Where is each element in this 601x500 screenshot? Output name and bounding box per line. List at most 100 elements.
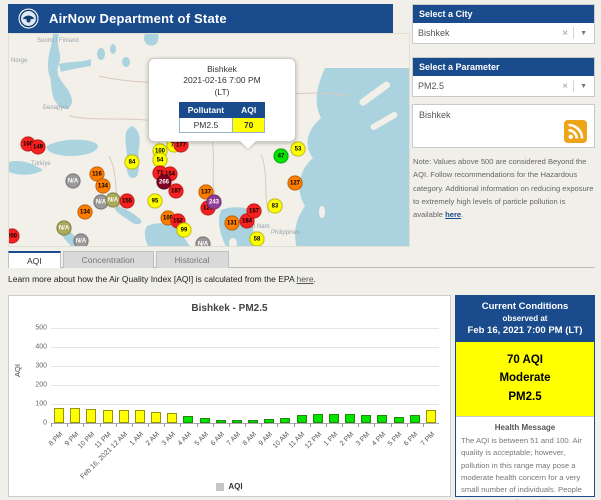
map-aqi-marker[interactable]: 134 [96,179,111,194]
chart-x-tick-label: 7 AM [226,431,242,447]
chevron-down-icon[interactable]: ▼ [574,30,589,37]
chart-y-tick-label: 0 [17,420,47,427]
map-aqi-marker[interactable]: N/A [106,193,121,208]
popup-table: Pollutant AQI PM2.5 70 [179,102,265,133]
chart-x-tick [374,423,375,427]
feed-city-label: Bishkek [419,110,588,120]
map-aqi-marker[interactable]: 131 [225,216,240,231]
popup-timezone: (LT) [155,87,289,98]
chart-x-tick [342,423,343,427]
popup-col-pollutant: Pollutant [179,103,232,118]
map-aqi-marker[interactable]: 243 [207,195,222,210]
chart-bar [313,414,323,423]
chart-gridline [51,347,439,348]
map-aqi-marker[interactable]: N/A [57,221,72,236]
learn-more-text: Learn more about how the Air Quality Ind… [8,274,316,284]
map-aqi-marker[interactable]: 83 [268,199,283,214]
chart-x-tick [358,423,359,427]
conditions-aqi-block: 70 AQI Moderate PM2.5 [456,342,594,417]
chart-x-tick [245,423,246,427]
map-place-label: Беларусь [43,105,69,111]
map-place-label: Philippines [271,230,300,236]
chart-x-tick [213,423,214,427]
chart-x-tick-label: 6 AM [209,431,225,447]
map-aqi-marker[interactable]: 58 [250,232,265,247]
legend-label: AQI [228,482,242,491]
tab-historical[interactable]: Historical [156,251,229,268]
chart-bar [329,414,339,423]
chart-x-tick-label: 8 AM [242,431,258,447]
chart-x-tick [100,423,101,427]
parameter-select[interactable]: PM2.5 × ▼ [413,76,594,96]
clear-parameter-icon[interactable]: × [557,81,573,92]
health-message-title: Health Message [456,423,594,432]
chart-bar [410,415,420,423]
tab-aqi[interactable]: AQI [8,251,61,268]
chart-x-tick-label: 4 PM [371,431,388,448]
chart-x-tick [180,423,181,427]
parameter-select-header: Select a Parameter [413,58,594,76]
map-aqi-marker[interactable]: 155 [120,194,135,209]
chart-x-tick-label: 8 PM [48,431,65,448]
chart-x-tick [148,423,149,427]
parameter-select-panel: Select a Parameter PM2.5 × ▼ [412,57,595,97]
map-aqi-marker[interactable]: 95 [148,194,163,209]
chart-bar [151,412,161,423]
map-aqi-marker[interactable]: N/A [196,237,211,248]
note-here-link[interactable]: here [445,210,461,219]
parameter-select-value: PM2.5 [418,81,557,91]
chart-gridline [51,385,439,386]
chart-bar [264,419,274,423]
learn-more-here-link[interactable]: here [297,274,314,284]
aqi-map[interactable]: Suomi / FinlandNorgeБеларусьTürkiyeViệt … [8,33,410,247]
chart-bar [394,417,404,423]
chart-bar [248,420,258,423]
map-aqi-marker[interactable]: 53 [291,142,306,157]
chart-x-tick [277,423,278,427]
chart-x-tick-label: 11 AM [288,431,307,450]
chart-x-tick-label: 2 PM [339,431,356,448]
map-aqi-marker[interactable]: 149 [31,140,46,155]
clear-city-icon[interactable]: × [557,28,573,39]
rss-icon[interactable] [564,120,587,143]
chart-x-tick-label: 4 AM [177,431,193,447]
map-aqi-marker[interactable]: 99 [177,223,192,238]
chart-bar [216,420,226,423]
chart-x-tick [391,423,392,427]
chart-x-tick [164,423,165,427]
conditions-title: Current Conditions [459,301,591,312]
map-aqi-marker[interactable]: 157 [247,204,262,219]
chart-bar [167,413,177,423]
popup-pollutant-value: PM2.5 [179,118,232,133]
chart-bar [135,410,145,423]
map-aqi-marker[interactable]: 127 [288,176,303,191]
tab-concentration[interactable]: Concentration [63,251,154,268]
feed-box: Bishkek [412,104,595,148]
chart-gridline [51,404,439,405]
chart-x-tick [197,423,198,427]
legend-swatch [216,483,224,491]
popup-pointer [240,141,256,149]
chart-x-tick [326,423,327,427]
chart-bar [119,410,129,423]
map-aqi-marker[interactable]: 134 [78,205,93,220]
city-select[interactable]: Bishkek × ▼ [413,23,594,43]
popup-city: Bishkek [155,64,289,75]
chart-legend[interactable]: AQI [9,482,450,491]
chevron-down-icon[interactable]: ▼ [574,83,589,90]
map-aqi-marker[interactable]: N/A [74,234,89,248]
map-aqi-marker[interactable]: 187 [169,184,184,199]
map-aqi-marker[interactable]: 84 [125,155,140,170]
chart-x-tick [407,423,408,427]
chart-y-tick-label: 100 [17,401,47,408]
app-header: AirNow Department of State [8,4,393,33]
conditions-observed-at: observed at [459,314,591,323]
health-message-text: The AQI is between 51 and 100. Air quali… [456,435,594,500]
map-aqi-marker[interactable]: N/A [66,174,81,189]
city-select-value: Bishkek [418,28,557,38]
chart-y-tick-label: 200 [17,382,47,389]
page: AirNow Department of State [0,0,601,500]
chart-x-tick-label: 1 AM [129,431,145,447]
map-aqi-marker[interactable]: 47 [274,149,289,164]
chart-x-tick [51,423,52,427]
